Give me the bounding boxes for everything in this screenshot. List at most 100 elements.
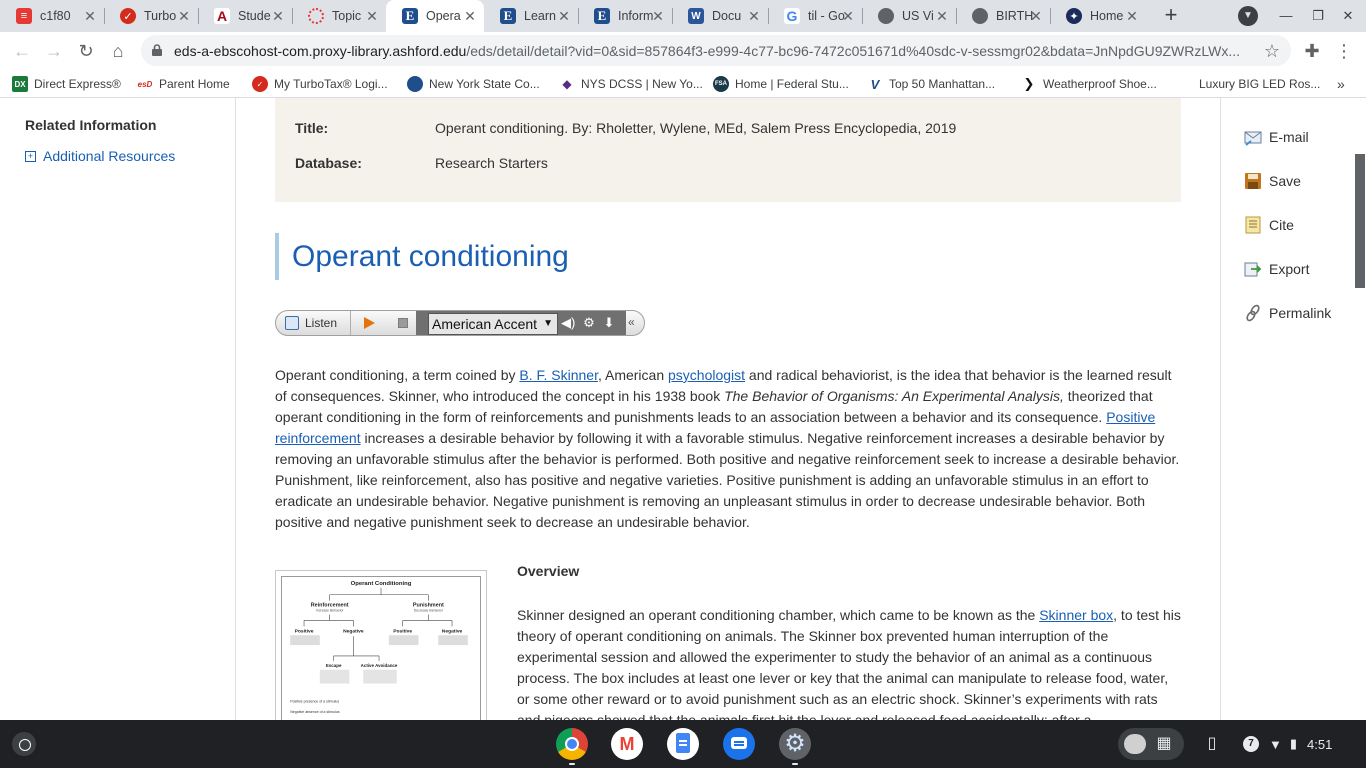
- close-icon[interactable]: ✕: [364, 8, 380, 24]
- close-icon[interactable]: ✕: [1028, 8, 1044, 24]
- bookmark-luxury[interactable]: Luxury BIG LED Ros...: [1199, 75, 1320, 93]
- bookmark-star-icon[interactable]: ☆: [1260, 39, 1284, 63]
- expand-icon: +: [25, 150, 36, 162]
- download-icon[interactable]: ⬇: [602, 316, 616, 330]
- ebsco-icon: E: [594, 8, 610, 24]
- tools-sidebar: [1220, 98, 1366, 720]
- settings-gear-icon[interactable]: ⚙: [582, 316, 596, 330]
- bookmark-nys-co[interactable]: New York State Co...: [407, 75, 540, 93]
- close-icon[interactable]: ✕: [840, 8, 856, 24]
- close-icon[interactable]: ✕: [556, 8, 572, 24]
- fsa-icon: FSA: [713, 76, 729, 92]
- lock-icon[interactable]: [152, 44, 162, 56]
- email-tool[interactable]: E-mail: [1244, 128, 1309, 146]
- tab-8[interactable]: G til - Go ✕: [768, 0, 862, 32]
- tab-6[interactable]: E Inform ✕: [578, 0, 672, 32]
- restore-icon[interactable]: ❐: [1308, 6, 1328, 26]
- tab-3[interactable]: Topic ✕: [292, 0, 386, 32]
- skinner-box-link[interactable]: Skinner box: [1039, 607, 1113, 623]
- forward-icon[interactable]: →: [42, 39, 66, 63]
- tab-9[interactable]: US Vi ✕: [862, 0, 956, 32]
- bookmark-label: Parent Home: [159, 77, 230, 91]
- holding-space-icon[interactable]: ▦: [1118, 728, 1184, 760]
- psychologist-link[interactable]: psychologist: [668, 367, 745, 383]
- tab-7[interactable]: W Docu ✕: [672, 0, 768, 32]
- permalink-tool[interactable]: Permalink: [1244, 304, 1331, 322]
- ebsco-icon: E: [402, 8, 418, 24]
- email-icon: [1244, 131, 1262, 146]
- bookmark-weatherproof[interactable]: ❯ Weatherproof Shoe...: [1021, 75, 1157, 93]
- bookmark-top-50[interactable]: V Top 50 Manhattan...: [867, 75, 995, 93]
- messages-icon[interactable]: [723, 728, 755, 760]
- operant-conditioning-figure[interactable]: Operant Conditioning Reinforcement Incre…: [275, 570, 487, 720]
- url-domain: eds-a-ebscohost-com.proxy-library.ashfor…: [174, 43, 467, 59]
- save-tool[interactable]: Save: [1244, 172, 1301, 190]
- url-path: /eds/detail/detail?vid=0&sid=857864f3-e9…: [466, 43, 1241, 59]
- export-tool[interactable]: Export: [1244, 260, 1309, 278]
- launcher-icon[interactable]: [12, 732, 36, 756]
- stop-icon[interactable]: [398, 318, 408, 328]
- cite-tool[interactable]: Cite: [1244, 216, 1294, 234]
- close-icon[interactable]: ✕: [176, 8, 192, 24]
- bookmark-nys-dcss[interactable]: ◆ NYS DCSS | New Yo...: [559, 75, 703, 93]
- tab-search-icon[interactable]: ▼: [1238, 6, 1258, 26]
- chrome-icon[interactable]: [556, 728, 588, 760]
- settings-icon[interactable]: ⚙: [779, 728, 811, 760]
- bookmark-parent-home[interactable]: esD Parent Home: [137, 75, 230, 93]
- play-icon[interactable]: [364, 317, 375, 329]
- menu-icon[interactable]: ⋮: [1332, 39, 1356, 63]
- record-metadata: Title: Operant conditioning. By: Rholett…: [275, 98, 1181, 202]
- gmail-icon[interactable]: M: [611, 728, 643, 760]
- tab-0[interactable]: ≡ c1f80 ✕: [0, 0, 104, 32]
- listen-label: Listen: [305, 316, 338, 330]
- close-icon[interactable]: ✕: [270, 8, 286, 24]
- listen-button[interactable]: Listen: [276, 311, 351, 335]
- close-icon[interactable]: ✕: [746, 8, 762, 24]
- bookmark-direct-express[interactable]: DX Direct Express®: [12, 75, 121, 93]
- nys-icon: ◆: [559, 76, 575, 92]
- close-icon[interactable]: ✕: [934, 8, 950, 24]
- figure-escape: Escape: [326, 663, 342, 668]
- database-label: Database:: [295, 155, 362, 171]
- volume-icon[interactable]: ◀): [561, 316, 575, 330]
- pdf-icon: ≡: [16, 8, 32, 24]
- reload-icon[interactable]: ↻: [74, 39, 98, 63]
- url-text[interactable]: eds-a-ebscohost-com.proxy-library.ashfor…: [174, 43, 1249, 59]
- extensions-icon[interactable]: ✚: [1300, 39, 1324, 63]
- minimize-icon[interactable]: —: [1276, 6, 1296, 26]
- home-button-icon[interactable]: ⌂: [106, 39, 130, 63]
- bookmark-label: Home | Federal Stu...: [735, 77, 849, 91]
- close-icon[interactable]: ✕: [82, 8, 98, 24]
- additional-resources-link[interactable]: + Additional Resources: [25, 148, 175, 164]
- tab-10[interactable]: BIRTH ✕: [956, 0, 1050, 32]
- tab-11[interactable]: ✦ Home ✕: [1050, 0, 1146, 32]
- collapse-icon[interactable]: «: [628, 315, 635, 329]
- page-content: Related Information + Additional Resourc…: [0, 98, 1366, 720]
- back-icon[interactable]: ←: [10, 39, 34, 63]
- title-label: Title:: [295, 120, 329, 136]
- phone-hub-icon[interactable]: ▯: [1204, 732, 1220, 756]
- skinner-link[interactable]: B. F. Skinner: [519, 367, 598, 383]
- seal-icon: [407, 76, 423, 92]
- word-icon: W: [688, 8, 704, 24]
- close-icon[interactable]: ✕: [462, 8, 478, 24]
- accent-select[interactable]: American Accent ▼: [428, 313, 558, 335]
- docs-icon[interactable]: [667, 728, 699, 760]
- tab-2[interactable]: A Stude ✕: [198, 0, 292, 32]
- bookmark-federal-student[interactable]: FSA Home | Federal Stu...: [713, 75, 849, 93]
- tab-4-active[interactable]: E Opera ✕: [386, 0, 484, 32]
- bookmark-turbotax[interactable]: ✓ My TurboTax® Logi...: [252, 75, 388, 93]
- close-icon[interactable]: ✕: [1124, 8, 1140, 24]
- status-area[interactable]: 7 ▼ ▮ 4:51: [1243, 730, 1359, 758]
- new-tab-button[interactable]: +: [1160, 4, 1182, 26]
- os-shelf: M ⚙ ▦ ▯ 7 ▼ ▮ 4:51: [0, 720, 1366, 768]
- more-bookmarks-icon[interactable]: »: [1337, 75, 1345, 93]
- additional-resources-label: Additional Resources: [43, 148, 176, 164]
- close-icon[interactable]: ✕: [650, 8, 666, 24]
- text-span: Operant conditioning, a term coined by: [275, 367, 520, 383]
- tab-1[interactable]: ✓ Turbo ✕: [104, 0, 198, 32]
- related-information-heading: Related Information: [25, 117, 157, 133]
- page-scrollbar[interactable]: [1355, 154, 1365, 288]
- close-window-icon[interactable]: ✕: [1338, 6, 1358, 26]
- tab-5[interactable]: E Learn ✕: [484, 0, 578, 32]
